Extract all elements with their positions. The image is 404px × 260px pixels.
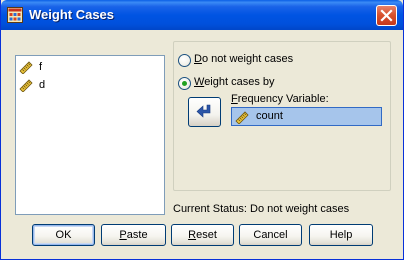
variable-name: f (39, 61, 43, 73)
weight-cases-by-radio[interactable] (178, 77, 191, 90)
do-not-weight-radio[interactable] (178, 54, 191, 67)
move-variable-button[interactable] (188, 97, 221, 127)
reset-button[interactable]: Reset (171, 224, 234, 246)
close-button[interactable] (376, 5, 397, 26)
variable-name: d (39, 79, 46, 91)
paste-button[interactable]: Paste (101, 224, 166, 246)
move-arrow-icon (196, 104, 211, 118)
radio-selected-dot (182, 81, 187, 86)
spss-dialog-icon (7, 7, 23, 23)
window-title: Weight Cases (29, 7, 115, 22)
do-not-weight-label[interactable]: Do not weight cases (194, 53, 293, 65)
close-icon (380, 9, 393, 22)
ruler-scale-icon (235, 111, 249, 124)
ruler-scale-icon (19, 79, 33, 92)
frequency-variable-field[interactable]: count (231, 107, 382, 126)
weight-cases-by-label[interactable]: Weight cases by (194, 76, 275, 88)
ruler-scale-icon (19, 61, 33, 74)
title-bar[interactable]: Weight Cases (1, 0, 403, 30)
ok-button[interactable]: OK (32, 224, 95, 246)
weight-cases-dialog: Weight Cases f d Do not weight cases Wei… (0, 0, 404, 260)
variable-list[interactable]: f d (15, 55, 165, 215)
cancel-button[interactable]: Cancel (239, 224, 302, 246)
frequency-variable-label: Frequency Variable: (231, 93, 329, 105)
help-button[interactable]: Help (309, 224, 373, 246)
current-status-text: Current Status: Do not weight cases (173, 203, 350, 215)
frequency-variable-value: count (256, 110, 283, 122)
